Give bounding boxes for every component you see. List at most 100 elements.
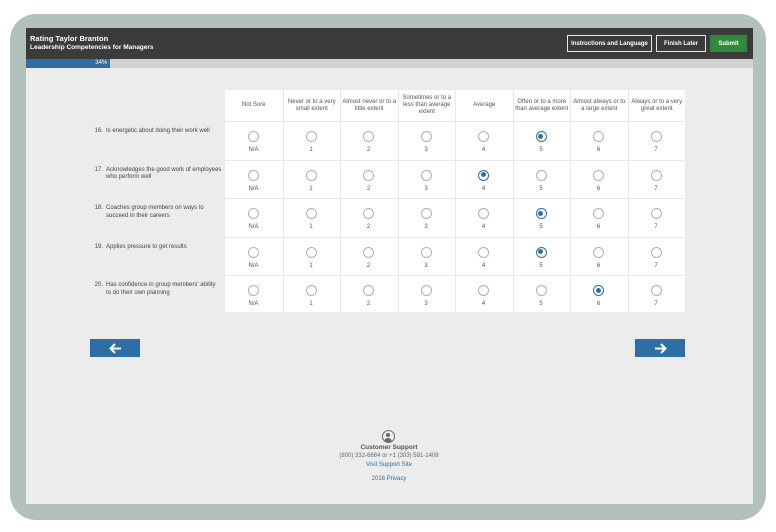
rating-option[interactable]: 1 xyxy=(283,160,340,199)
rating-option[interactable]: N/A xyxy=(225,237,282,276)
rating-option[interactable]: 5 xyxy=(513,160,570,199)
radio-button[interactable] xyxy=(420,285,432,297)
rating-option[interactable]: 1 xyxy=(283,198,340,237)
radio-button[interactable] xyxy=(535,246,547,258)
radio-button[interactable] xyxy=(650,246,662,258)
radio-button[interactable] xyxy=(650,208,662,220)
option-label: 4 xyxy=(481,224,486,231)
rating-option[interactable]: 4 xyxy=(455,160,512,199)
rating-option[interactable]: 7 xyxy=(628,275,685,314)
finish-later-button[interactable]: Finish Later xyxy=(656,35,706,52)
radio-button[interactable] xyxy=(420,169,432,181)
column-header: Almost never or to a little extent xyxy=(340,90,398,121)
radio-button[interactable] xyxy=(593,285,604,297)
copyright-year: 2016 xyxy=(371,476,385,482)
option-label: 6 xyxy=(596,301,601,308)
rating-option[interactable]: 4 xyxy=(455,198,512,237)
radio-button[interactable] xyxy=(478,208,489,220)
option-label: 5 xyxy=(539,301,543,308)
rating-option[interactable]: 3 xyxy=(398,237,455,276)
rating-option[interactable]: 4 xyxy=(455,275,512,314)
radio-button[interactable] xyxy=(420,208,432,220)
rating-option[interactable]: 2 xyxy=(340,160,397,199)
previous-page-button[interactable] xyxy=(90,339,140,357)
radio-button[interactable] xyxy=(248,131,259,142)
support-site-link[interactable]: Visit Support Site xyxy=(289,462,489,468)
radio-button[interactable] xyxy=(248,169,259,181)
radio-button[interactable] xyxy=(593,208,604,220)
radio-button[interactable] xyxy=(248,285,259,297)
rating-option[interactable]: 1 xyxy=(283,275,340,314)
rating-option[interactable]: 2 xyxy=(340,198,397,237)
radio-button[interactable] xyxy=(478,169,489,181)
rating-option[interactable]: 6 xyxy=(570,121,627,160)
column-header: Often or to a more than average extent xyxy=(512,90,571,121)
radio-button[interactable] xyxy=(420,246,432,258)
radio-button[interactable] xyxy=(593,169,604,181)
rating-option[interactable]: 6 xyxy=(570,198,627,237)
rating-option[interactable]: 3 xyxy=(398,198,455,237)
radio-button[interactable] xyxy=(478,131,489,142)
radio-button[interactable] xyxy=(535,169,547,181)
rating-option[interactable]: 5 xyxy=(513,275,570,314)
radio-button[interactable] xyxy=(363,131,374,142)
radio-button[interactable] xyxy=(305,285,317,297)
rating-option[interactable]: 4 xyxy=(455,121,512,160)
rating-option[interactable]: 2 xyxy=(340,237,397,276)
rating-option[interactable]: 2 xyxy=(340,121,397,160)
radio-button[interactable] xyxy=(305,246,317,258)
rating-option[interactable]: 2 xyxy=(340,275,397,314)
instructions-language-button[interactable]: Instructions and Language xyxy=(567,35,652,52)
radio-button[interactable] xyxy=(478,246,489,258)
radio-button[interactable] xyxy=(363,285,374,297)
rating-option[interactable]: 1 xyxy=(283,237,340,276)
rating-option[interactable]: 5 xyxy=(513,237,570,276)
rating-option[interactable]: 5 xyxy=(513,198,570,237)
radio-button[interactable] xyxy=(593,246,604,258)
radio-button[interactable] xyxy=(363,246,374,258)
rating-option[interactable]: 7 xyxy=(628,198,685,237)
radio-button[interactable] xyxy=(420,131,432,142)
option-label: 5 xyxy=(539,147,543,153)
rating-option[interactable]: 1 xyxy=(283,121,340,160)
rating-option[interactable]: 6 xyxy=(570,275,627,314)
rating-option[interactable]: N/A xyxy=(225,160,282,199)
page-title: Rating Taylor Branton xyxy=(30,34,109,43)
rating-option[interactable]: 3 xyxy=(398,121,455,160)
survey-subtitle: Leadership Competencies for Managers xyxy=(30,44,154,51)
radio-button[interactable] xyxy=(363,208,374,220)
rating-option[interactable]: 6 xyxy=(570,160,627,199)
radio-button[interactable] xyxy=(248,246,259,258)
radio-button[interactable] xyxy=(305,169,317,181)
rating-option[interactable]: 5 xyxy=(513,121,570,160)
radio-button[interactable] xyxy=(535,285,547,297)
radio-button[interactable] xyxy=(650,169,662,181)
radio-button[interactable] xyxy=(650,131,662,142)
radio-button[interactable] xyxy=(363,169,374,181)
option-label: 3 xyxy=(424,301,428,308)
radio-button[interactable] xyxy=(478,285,489,297)
radio-button[interactable] xyxy=(535,208,547,220)
radio-button[interactable] xyxy=(248,208,259,220)
submit-button[interactable]: Submit xyxy=(710,35,747,52)
privacy-link[interactable]: Privacy xyxy=(387,476,407,482)
radio-button[interactable] xyxy=(305,131,317,142)
option-label: 3 xyxy=(424,147,428,153)
survey-screen: Rating Taylor Branton Leadership Compete… xyxy=(26,28,753,504)
radio-button[interactable] xyxy=(535,131,547,142)
rating-option[interactable]: 7 xyxy=(628,160,685,199)
rating-option[interactable]: 7 xyxy=(628,121,685,160)
next-page-button[interactable] xyxy=(635,339,685,357)
rating-option[interactable]: 3 xyxy=(398,160,455,199)
radio-button[interactable] xyxy=(650,285,662,297)
rating-option[interactable]: N/A xyxy=(225,198,282,237)
rating-option[interactable]: 3 xyxy=(398,275,455,314)
rating-option[interactable]: 4 xyxy=(455,237,512,276)
rating-option[interactable]: N/A xyxy=(225,275,282,314)
rating-option[interactable]: 6 xyxy=(570,237,627,276)
rating-option[interactable]: N/A xyxy=(225,121,282,160)
rating-option[interactable]: 7 xyxy=(628,237,685,276)
radio-button[interactable] xyxy=(305,208,317,220)
radio-button[interactable] xyxy=(593,131,604,142)
option-label: 7 xyxy=(654,147,658,153)
